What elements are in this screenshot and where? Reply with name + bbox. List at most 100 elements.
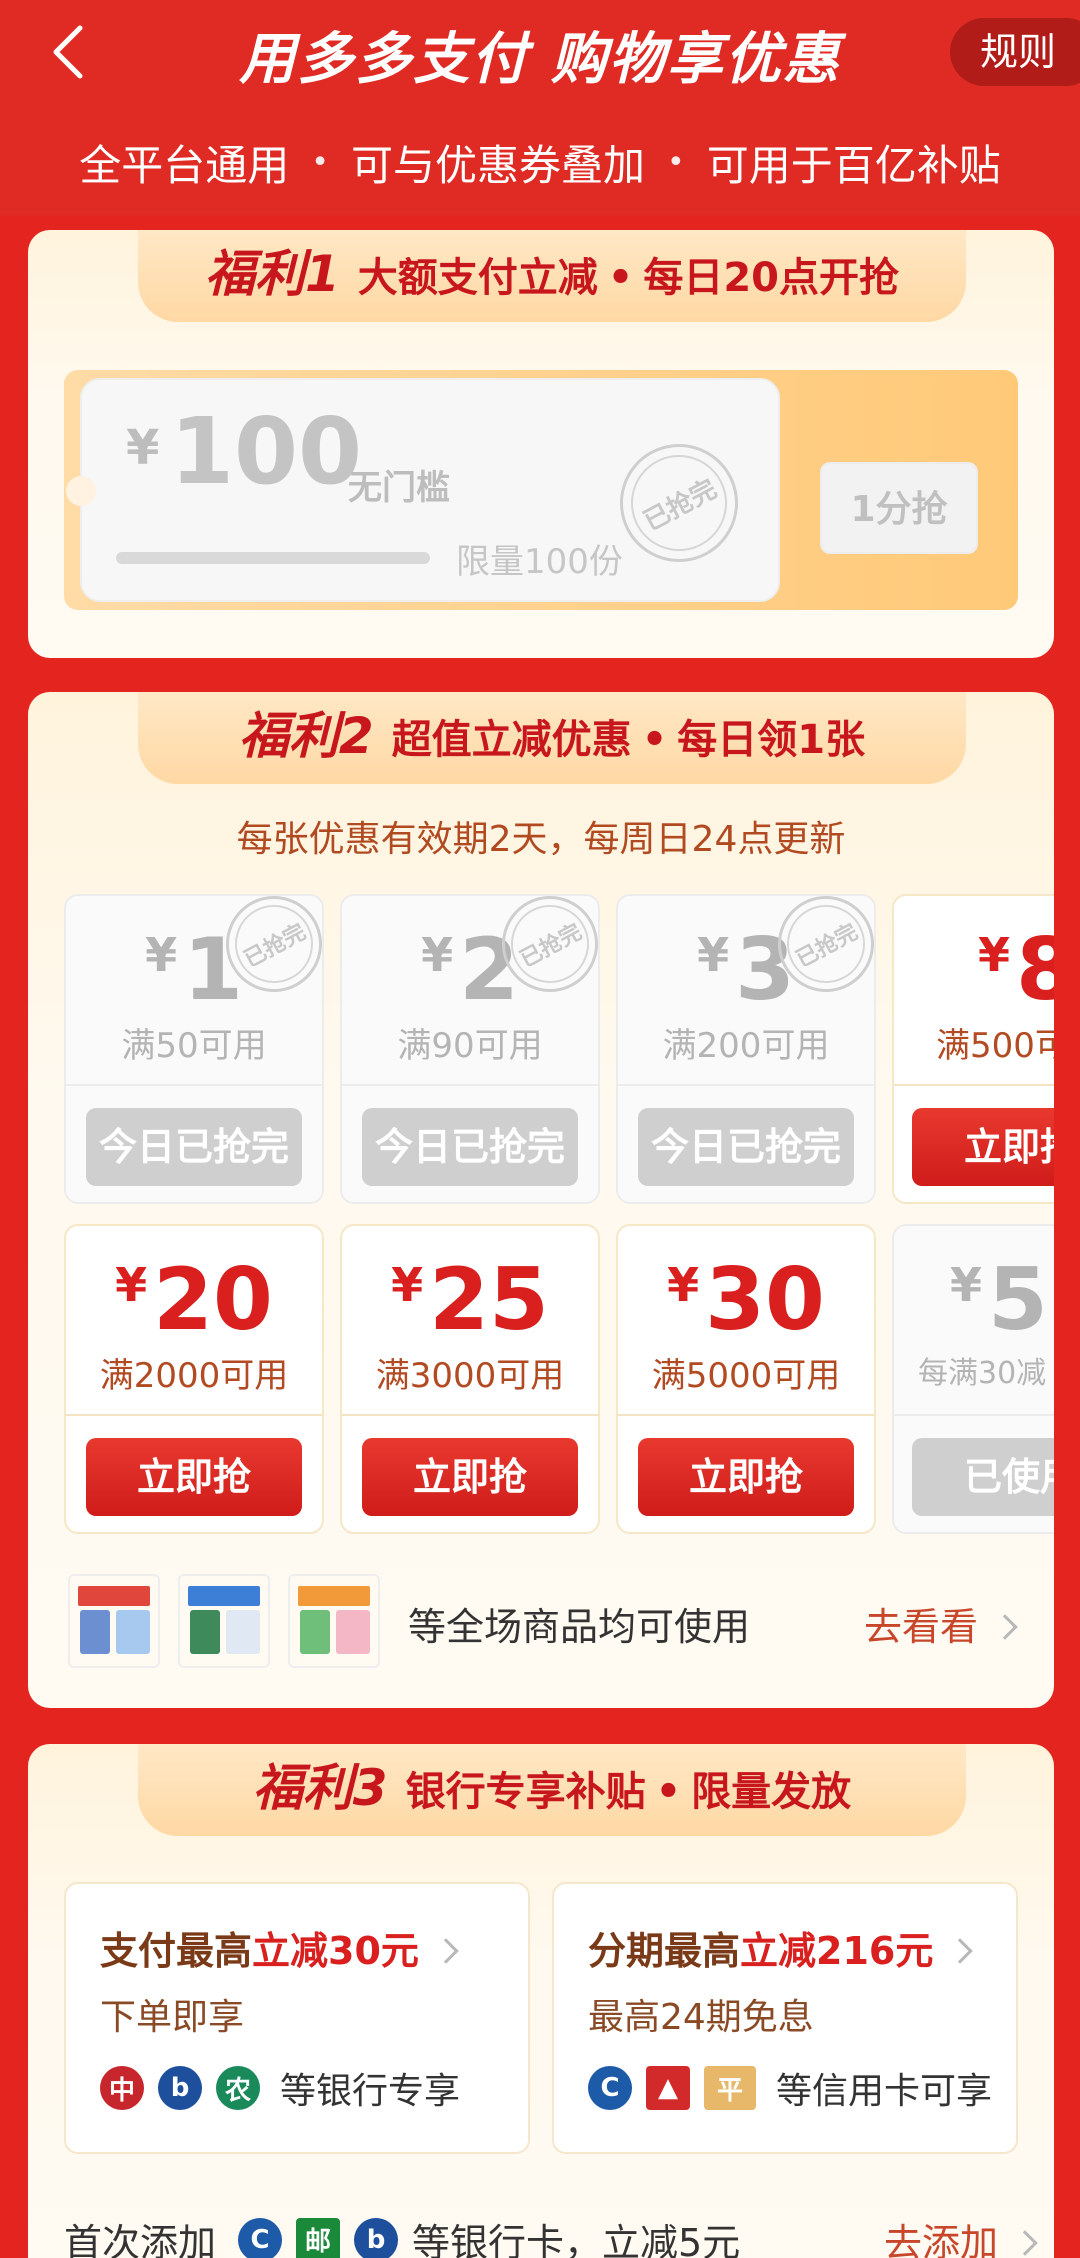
benefit-1-title: 大额支付立减 xyxy=(357,255,598,301)
benefit-1-number: 福利1 xyxy=(204,245,340,303)
coupon-card: ¥3 满200可用 已抢完 今日已抢完 xyxy=(616,894,876,1204)
grab-now-button[interactable]: 立即抢 xyxy=(638,1438,854,1516)
rules-button[interactable]: 规则 xyxy=(950,18,1080,86)
bank-list-label: 等银行专享 xyxy=(280,2071,461,2112)
benefit-3-number: 福利3 xyxy=(252,1759,388,1817)
grab-for-one-cent-button[interactable]: 1分抢 xyxy=(820,462,978,554)
coupon-card: ¥30 满5000可用 立即抢 xyxy=(616,1224,876,1534)
coupon-amount: 25 xyxy=(429,1250,549,1350)
page-header: 用多多支付 购物享优惠 规则 全平台通用 • 可与优惠券叠加 • 可用于百亿补贴 xyxy=(0,0,1080,215)
ticket-amount: 100 xyxy=(170,398,363,505)
bank-logo-icon: 平 xyxy=(704,2066,756,2110)
coupon-condition: 每满30减 xyxy=(918,1356,1047,1391)
separator-dot: • xyxy=(667,145,685,180)
add-card-link[interactable]: 去添加 xyxy=(884,2212,1038,2258)
product-thumbnail[interactable] xyxy=(178,1574,270,1668)
grab-now-button[interactable]: 立即抢 xyxy=(86,1438,302,1516)
benefit-card-2: 福利2 超值立减优惠 • 每日领1张 每张优惠有效期2天，每周日24点更新 ¥1 满5… xyxy=(28,692,1054,1708)
coupon-card: ¥5 每满30减 已使用 xyxy=(892,1224,1054,1534)
bank-logo-icon: 邮 xyxy=(296,2217,341,2258)
go-look-link[interactable]: 去看看 xyxy=(863,1596,1018,1651)
sold-out-stamp-text: 已抢完 xyxy=(614,438,744,568)
grab-now-button[interactable]: 立即抢 xyxy=(912,1108,1054,1186)
bank-logo-icon: C xyxy=(238,2217,283,2258)
coupon-card: ¥8 满500可 立即抢 xyxy=(892,894,1054,1204)
page-title: 用多多支付 购物享优惠 xyxy=(239,27,841,92)
coupon-amount: 5 xyxy=(988,1250,1048,1350)
sold-out-today-button[interactable]: 今日已抢完 xyxy=(362,1108,578,1186)
bank-pay-discount-box[interactable]: 支付最高立减30元 下单即享 中 b 农 等银行专享 xyxy=(64,1882,530,2154)
chevron-right-icon xyxy=(992,1614,1018,1640)
box-subtitle: 最高24期免息 xyxy=(588,1997,814,2038)
benefit-2-tag: 福利2 超值立减优惠 • 每日领1张 xyxy=(138,692,966,784)
bank-logo-icon: C xyxy=(588,2066,632,2110)
bank-list-label: 等信用卡可享 xyxy=(776,2071,993,2112)
chevron-right-icon xyxy=(1012,2230,1038,2256)
box-heading-highlight: 立减30元 xyxy=(252,1929,419,1973)
box-heading-highlight: 立减216元 xyxy=(740,1929,934,1973)
coupon-condition: 满3000可用 xyxy=(375,1356,565,1396)
large-discount-ticket: ¥ 100 无门槛 限量100份 已抢完 xyxy=(66,378,780,602)
coupon-condition: 满90可用 xyxy=(397,1026,543,1066)
all-products-text: 等全场商品均可使用 xyxy=(408,1605,751,1649)
coupon-card: ¥25 满3000可用 立即抢 xyxy=(340,1224,600,1534)
separator-dot: • xyxy=(311,145,329,180)
coupon-condition: 满2000可用 xyxy=(99,1356,289,1396)
benefit-2-title: 超值立减优惠 xyxy=(391,717,632,763)
ticket-threshold: 无门槛 xyxy=(348,468,450,508)
sold-out-stamp: 已抢完 xyxy=(599,423,759,583)
benefit-2-schedule: 每日领1张 xyxy=(677,717,866,763)
coupon-condition: 满500可 xyxy=(936,1026,1054,1066)
benefit-3-schedule: 限量发放 xyxy=(691,1769,852,1815)
box-subtitle: 下单即享 xyxy=(100,1997,245,2038)
grab-now-button[interactable]: 立即抢 xyxy=(362,1438,578,1516)
coupon-card: ¥1 满50可用 已抢完 今日已抢完 xyxy=(64,894,324,1204)
ticket-limit: 限量100份 xyxy=(456,542,623,582)
benefit-3-title: 银行专享补贴 xyxy=(405,1769,646,1815)
product-thumbnail[interactable] xyxy=(288,1574,380,1668)
benefit-card-1: 福利1 大额支付立减 • 每日20点开抢 ¥ 100 无门槛 限量100份 已抢完 1… xyxy=(28,230,1054,658)
coupon-condition: 满50可用 xyxy=(121,1026,267,1066)
coupon-card: ¥20 满2000可用 立即抢 xyxy=(64,1224,324,1534)
currency-symbol: ¥ xyxy=(126,420,160,476)
installment-discount-box[interactable]: 分期最高立减216元 最高24期免息 C ▲ 平 等信用卡可享 xyxy=(552,1882,1018,2154)
bank-logo-icon: 中 xyxy=(100,2066,144,2110)
box-heading: 分期最高 xyxy=(588,1929,741,1973)
coupon-amount: 30 xyxy=(705,1250,825,1350)
go-look-label: 去看看 xyxy=(863,1605,978,1649)
sold-out-today-button[interactable]: 今日已抢完 xyxy=(86,1108,302,1186)
bank-logo-icon: b xyxy=(158,2066,202,2110)
box-heading: 支付最高 xyxy=(100,1929,253,1973)
benefit-card-3: 福利3 银行专享补贴 • 限量发放 支付最高立减30元 下单即享 中 b 农 等银行专… xyxy=(28,1744,1054,2258)
feature-item: 可与优惠券叠加 xyxy=(350,141,645,190)
coupon-condition: 满200可用 xyxy=(662,1026,830,1066)
separator-dot: • xyxy=(607,255,634,301)
first-add-card-row: 首次添加 C 邮 b 等银行卡，立减5元 去添加 xyxy=(64,2212,1038,2258)
first-add-suffix: 等银行卡，立减5元 xyxy=(412,2221,741,2258)
feature-item: 全平台通用 xyxy=(79,141,290,190)
coupon-amount: 20 xyxy=(153,1250,273,1350)
bank-logo-icon: 农 xyxy=(216,2066,260,2110)
sold-out-today-button[interactable]: 今日已抢完 xyxy=(638,1108,854,1186)
benefit-3-tag: 福利3 银行专享补贴 • 限量发放 xyxy=(138,1744,966,1836)
bank-logo-icon: b xyxy=(354,2217,399,2258)
chevron-right-icon xyxy=(433,1938,459,1964)
benefit-1-schedule: 每日20点开抢 xyxy=(643,255,900,301)
feature-strip: 全平台通用 • 可与优惠券叠加 • 可用于百亿补贴 xyxy=(0,132,1080,193)
bank-logo-icon: ▲ xyxy=(646,2066,690,2110)
used-button[interactable]: 已使用 xyxy=(912,1438,1054,1516)
chevron-right-icon xyxy=(947,1938,974,1964)
first-add-prefix: 首次添加 xyxy=(64,2221,217,2258)
validity-note: 每张优惠有效期2天，每周日24点更新 xyxy=(236,819,846,860)
separator-dot: • xyxy=(641,717,668,763)
product-thumbnail[interactable] xyxy=(68,1574,160,1668)
ticket-notch xyxy=(66,476,96,506)
add-card-label: 去添加 xyxy=(884,2221,999,2258)
benefit-1-tag: 福利1 大额支付立减 • 每日20点开抢 xyxy=(138,230,966,322)
product-thumbnails xyxy=(68,1574,398,1668)
coupon-amount: 8 xyxy=(1016,920,1054,1020)
benefit-2-number: 福利2 xyxy=(238,707,374,765)
coupon-card: ¥2 满90可用 已抢完 今日已抢完 xyxy=(340,894,600,1204)
separator-dot: • xyxy=(655,1769,682,1815)
coupon-condition: 满5000可用 xyxy=(651,1356,841,1396)
